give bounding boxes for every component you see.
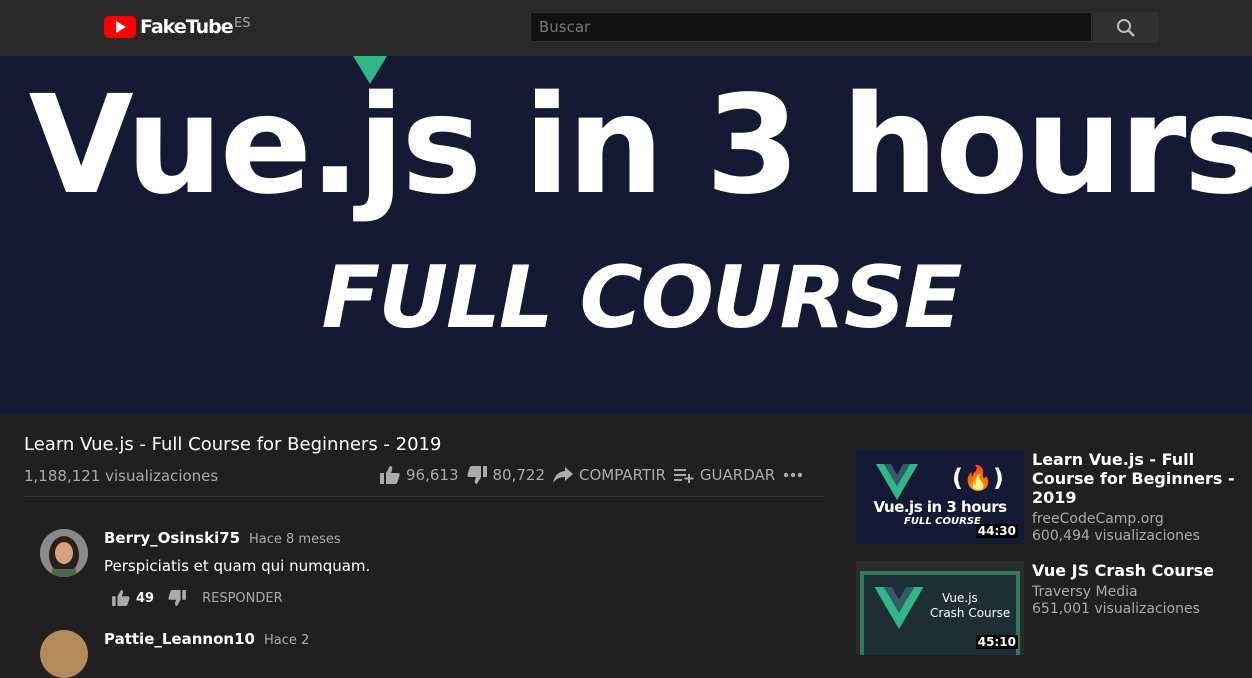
video-thumbnail[interactable]: (🔥) Vue.js in 3 hours FULL COURSE 44:30 xyxy=(856,450,1024,544)
share-icon xyxy=(553,467,573,483)
like-button[interactable]: 96,613 xyxy=(380,466,459,484)
divider xyxy=(24,496,824,497)
duration-badge: 45:10 xyxy=(975,635,1018,649)
more-horizontal-icon xyxy=(783,472,803,478)
comment-like-count: 49 xyxy=(136,590,155,606)
save-label: GUARDAR xyxy=(699,466,776,484)
language-badge: ES xyxy=(234,16,251,31)
thumbs-down-icon xyxy=(466,466,487,484)
view-count: 1,188,121 visualizaciones xyxy=(24,467,219,485)
thumbnail-subtitle: FULL COURSE xyxy=(904,516,981,527)
share-label: COMPARTIR xyxy=(579,466,666,484)
fire-icon: (🔥) xyxy=(952,464,1004,492)
vue-logo-icon xyxy=(876,464,918,500)
comment-actions: 49 RESPONDER xyxy=(112,590,283,606)
avatar[interactable] xyxy=(40,529,88,577)
search-icon xyxy=(1117,18,1135,37)
thumbs-down-icon[interactable] xyxy=(168,590,186,606)
search-input[interactable] xyxy=(530,12,1092,42)
thumbs-up-icon[interactable] xyxy=(112,590,130,606)
like-count: 96,613 xyxy=(406,466,459,484)
comment-text: Perspiciatis et quam qui numquam. xyxy=(104,557,371,575)
recommended-video[interactable]: (🔥) Vue.js in 3 hours FULL COURSE 44:30 … xyxy=(856,450,1236,544)
channel-name[interactable]: freeCodeCamp.org xyxy=(1032,511,1164,528)
recommended-title[interactable]: Learn Vue.js - Full Course for Beginners… xyxy=(1032,450,1242,507)
play-logo-icon xyxy=(104,16,136,38)
thumbnail-title: Vue.js in 3 hours xyxy=(873,498,1007,516)
comment-time[interactable]: Hace 8 meses xyxy=(249,532,341,547)
recommended-views: 600,494 visualizaciones xyxy=(1032,528,1200,544)
recommended-video[interactable]: Vue.js Crash Course 45:10 Vue JS Crash C… xyxy=(856,561,1236,655)
dislike-button[interactable]: 80,722 xyxy=(466,466,546,484)
save-button[interactable]: GUARDAR xyxy=(673,466,776,484)
reply-button[interactable]: RESPONDER xyxy=(202,591,283,606)
faketube-logo[interactable]: FakeTube xyxy=(104,16,234,38)
recommended-views: 651,001 visualizaciones xyxy=(1032,601,1200,617)
avatar[interactable] xyxy=(40,630,88,678)
playlist-add-icon xyxy=(673,469,694,483)
dislike-count: 80,722 xyxy=(492,466,546,484)
search-button[interactable] xyxy=(1093,12,1159,43)
hero-subtitle: FULL COURSE xyxy=(321,248,962,348)
user-avatar-icon xyxy=(40,529,88,577)
thumbnail-subtitle: Crash Course xyxy=(930,606,1011,620)
video-thumbnail[interactable]: Vue.js Crash Course 45:10 xyxy=(856,561,1024,655)
video-actions: 96,613 80,722 COMPARTIR GUARDAR xyxy=(380,463,817,487)
thumbnail-title: Vue.js xyxy=(942,591,978,605)
recommended-title[interactable]: Vue JS Crash Course xyxy=(1032,561,1242,580)
vue-logo-icon xyxy=(874,587,924,629)
hero-title: Vue.js in 3 hours xyxy=(28,67,1252,225)
video-player[interactable]: Vue.js in 3 hours FULL COURSE xyxy=(0,56,1252,414)
comment-author[interactable]: Berry_Osinski75 xyxy=(104,529,240,547)
channel-name[interactable]: Traversy Media xyxy=(1032,584,1138,601)
logo-text: FakeTube xyxy=(140,16,234,38)
comment-time[interactable]: Hace 2 xyxy=(264,633,309,648)
duration-badge: 44:30 xyxy=(975,524,1018,538)
top-bar: FakeTube ES xyxy=(0,0,1252,56)
more-actions-button[interactable] xyxy=(783,472,809,478)
thumbs-up-icon xyxy=(380,466,400,484)
video-title: Learn Vue.js - Full Course for Beginners… xyxy=(24,434,442,455)
comment-author[interactable]: Pattie_Leannon10 xyxy=(104,630,255,648)
share-button[interactable]: COMPARTIR xyxy=(553,466,666,484)
